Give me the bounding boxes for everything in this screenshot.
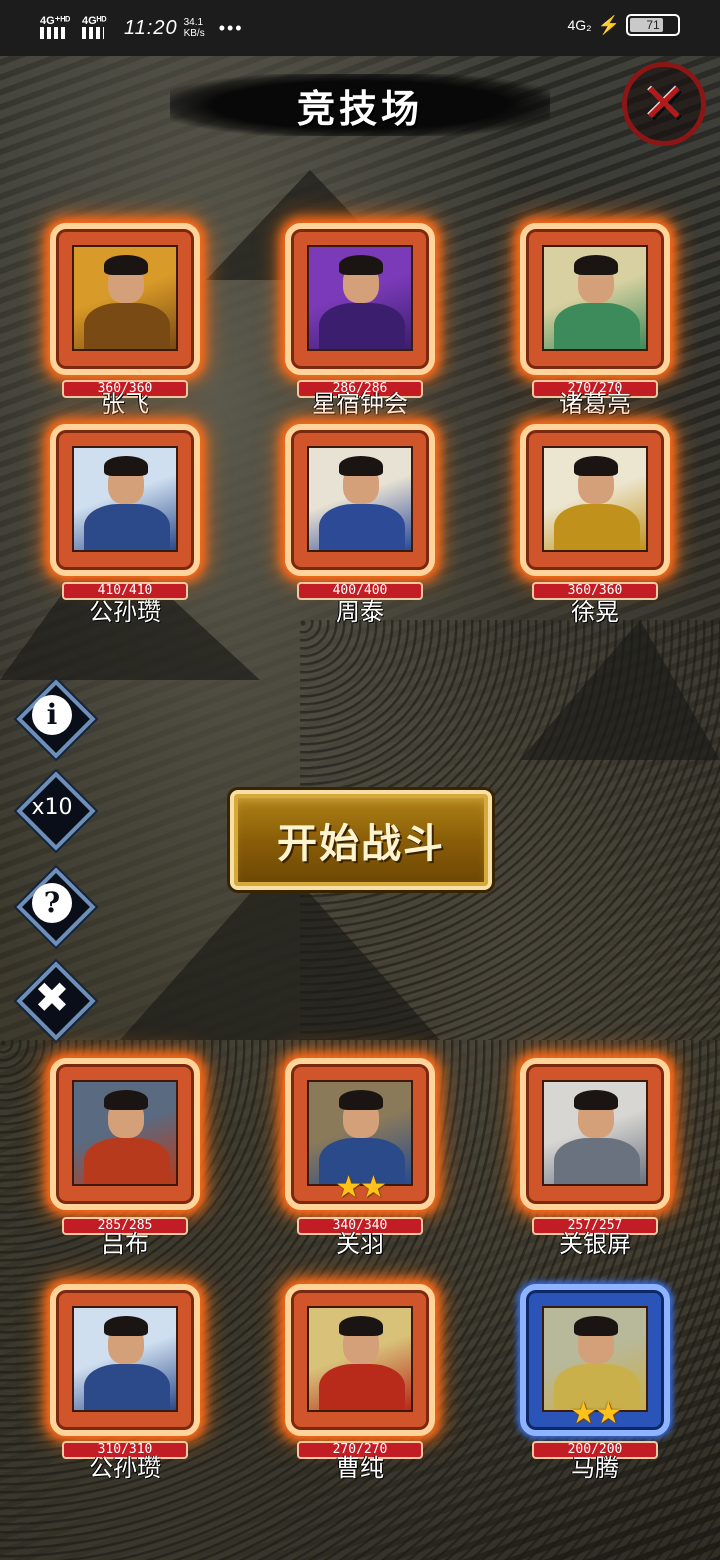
hero-card[interactable]: [520, 424, 670, 576]
hero-card[interactable]: [285, 223, 435, 375]
info-icon: i: [16, 679, 88, 751]
page-title: 竞技场: [296, 86, 423, 131]
start-battle-label: 开始战斗: [277, 821, 445, 867]
close-icon: ✕: [641, 72, 687, 135]
hero-card[interactable]: [520, 223, 670, 375]
hero-portrait: [542, 446, 648, 552]
hero-portrait: [307, 1306, 413, 1412]
hero-card[interactable]: [285, 424, 435, 576]
title-banner: 竞技场: [170, 74, 550, 136]
battery-indicator: 71: [626, 14, 680, 36]
bolt-icon: ⚡: [597, 14, 620, 35]
hero-card[interactable]: [50, 1058, 200, 1210]
clock: 11:20: [124, 16, 178, 39]
hero-card[interactable]: [520, 1058, 670, 1210]
hero-name: 公孙瓒: [89, 1454, 161, 1482]
hero-name: 周泰: [336, 598, 384, 626]
hero-name: 公孙瓒: [89, 598, 161, 626]
close-button[interactable]: ✕: [622, 62, 706, 146]
network-speed: 34.1 KB/s: [183, 17, 205, 39]
hero-name: 徐晃: [571, 598, 619, 626]
exit-button[interactable]: ✖: [16, 961, 96, 1041]
hero-name: 诸葛亮: [559, 390, 631, 418]
hero-portrait: [542, 245, 648, 351]
hero-portrait: [542, 1080, 648, 1186]
hero-name: 星宿钟会: [312, 390, 408, 418]
star-rating: ★★: [570, 1396, 622, 1431]
hero-name: 吕布: [101, 1230, 149, 1258]
status-bar: 4G⁺ᴴᴰ 4Gᴴᴰ 11:20 34.1 KB/s ••• 4G₂ ⚡ 71: [0, 0, 720, 56]
help-icon: ?: [16, 867, 88, 939]
help-button[interactable]: ?: [16, 867, 96, 947]
hero-card[interactable]: ★★: [285, 1058, 435, 1210]
hero-card[interactable]: [285, 1284, 435, 1436]
hero-name: 关银屏: [559, 1230, 631, 1258]
hero-portrait: [72, 446, 178, 552]
hero-card[interactable]: [50, 1284, 200, 1436]
signal-indicator-2: 4Gᴴᴰ: [82, 15, 110, 42]
more-notifications-icon: •••: [218, 17, 244, 38]
hero-name: 曹纯: [336, 1454, 384, 1482]
hero-name: 张飞: [101, 390, 149, 418]
close-icon: ✖: [34, 972, 70, 1022]
hero-portrait: [72, 245, 178, 351]
signal-indicator: 4G⁺ᴴᴰ: [40, 15, 74, 42]
hero-card[interactable]: [50, 424, 200, 576]
hero-portrait: [72, 1080, 178, 1186]
speed-label: x10: [31, 794, 73, 820]
hero-portrait: [307, 245, 413, 351]
network-type: 4G₂: [567, 17, 592, 33]
hero-card[interactable]: [50, 223, 200, 375]
info-button[interactable]: i: [16, 679, 96, 759]
hero-name: 关羽: [336, 1230, 384, 1258]
star-rating: ★★: [335, 1170, 387, 1205]
speed-x10-button[interactable]: x10: [16, 771, 96, 851]
hero-portrait: [307, 446, 413, 552]
hero-portrait: [72, 1306, 178, 1412]
hero-name: 马腾: [571, 1454, 619, 1482]
start-battle-button[interactable]: 开始战斗: [230, 790, 492, 890]
hero-card[interactable]: ★★: [520, 1284, 670, 1436]
